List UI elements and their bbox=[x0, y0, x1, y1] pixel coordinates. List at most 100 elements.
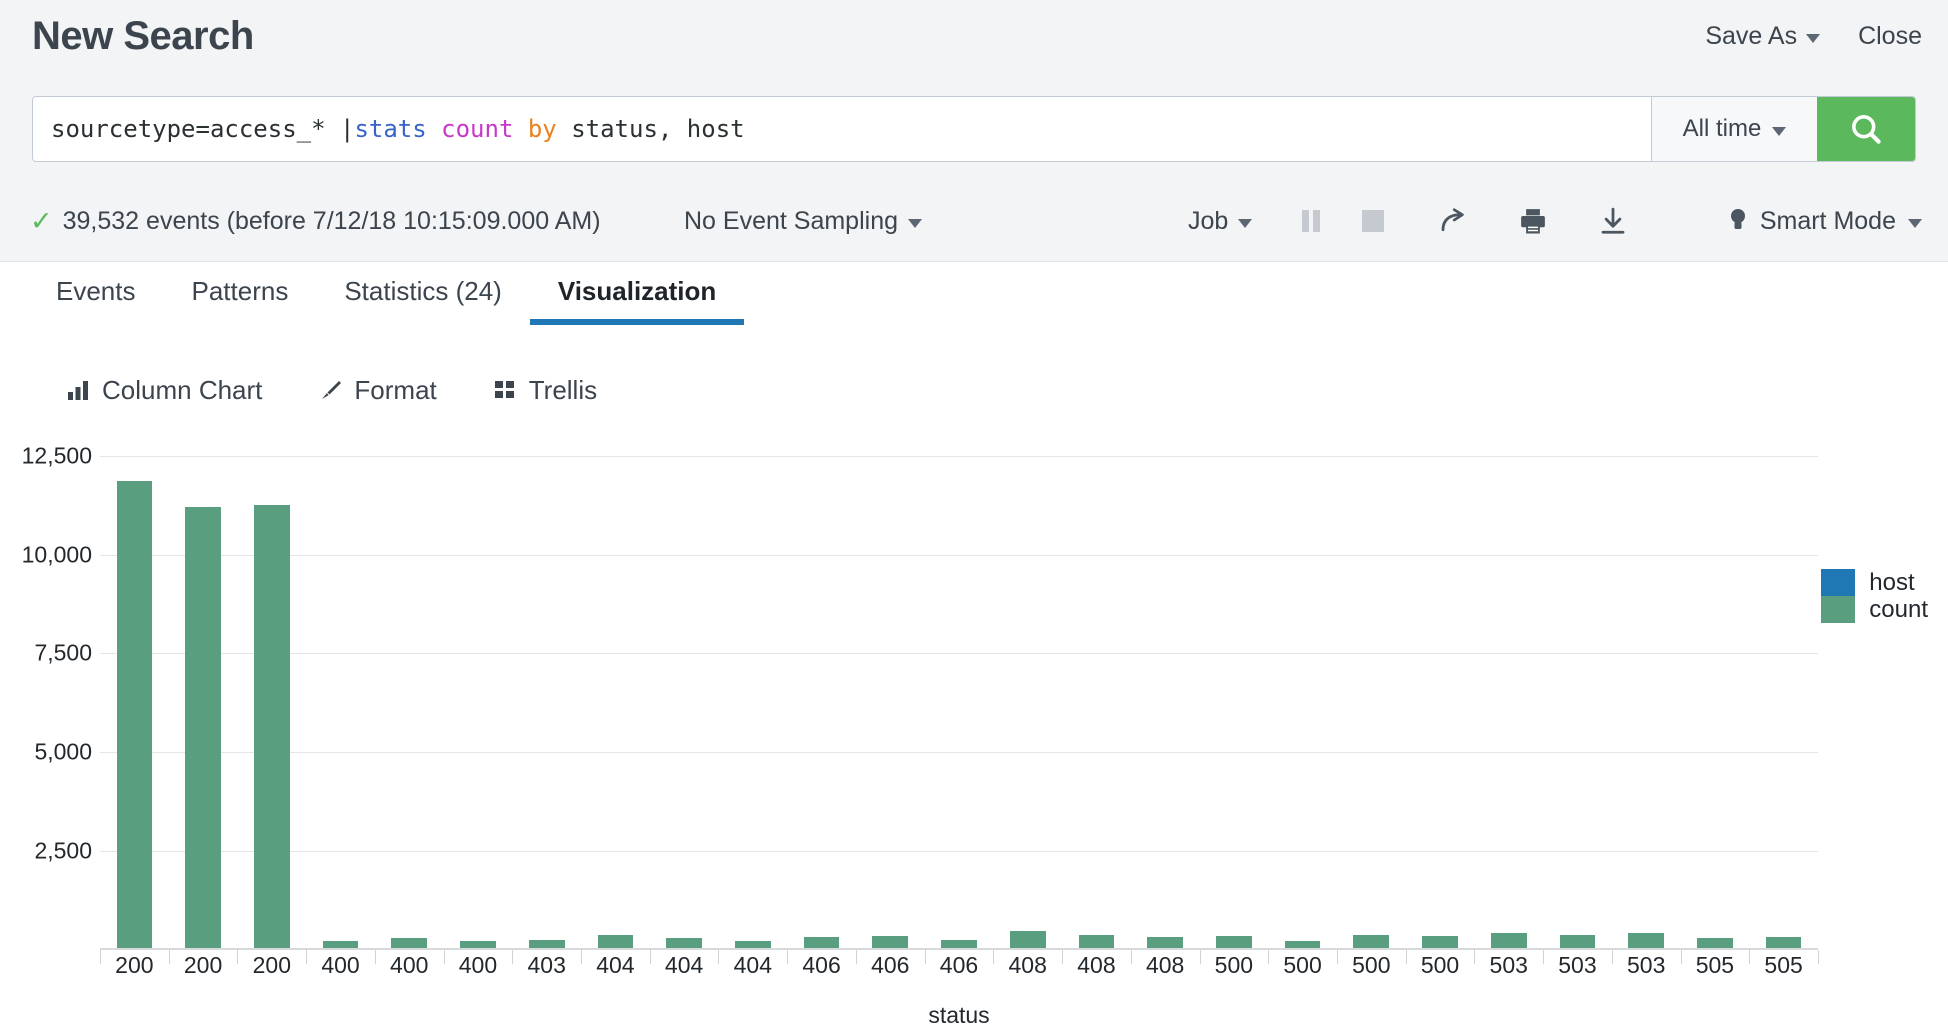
visualization-toolbar: Column Chart Format Trellis bbox=[0, 362, 1948, 418]
chart-legend: host count bbox=[1821, 569, 1928, 623]
tab-events[interactable]: Events bbox=[28, 268, 164, 325]
chevron-down-icon bbox=[1238, 219, 1252, 228]
tab-patterns[interactable]: Patterns bbox=[164, 268, 317, 325]
search-token-plain-2: status, host bbox=[571, 115, 744, 143]
pause-button[interactable] bbox=[1280, 201, 1342, 241]
bar[interactable] bbox=[323, 941, 359, 948]
search-token-plain-1: sourcetype=access_* | bbox=[51, 115, 354, 143]
search-icon bbox=[1848, 111, 1884, 147]
legend-item-count[interactable]: count bbox=[1869, 596, 1928, 623]
tab-patterns-label: Patterns bbox=[192, 276, 289, 306]
bar[interactable] bbox=[1079, 935, 1115, 948]
x-axis-tick-label: 503 bbox=[1543, 952, 1612, 992]
bar[interactable] bbox=[529, 940, 565, 948]
bar-slot bbox=[1681, 430, 1750, 948]
x-axis-tick-label: 406 bbox=[925, 952, 994, 992]
bar[interactable] bbox=[872, 936, 908, 948]
print-button[interactable] bbox=[1502, 201, 1564, 241]
y-axis-labels: 2,5005,0007,50010,00012,500 bbox=[0, 430, 92, 950]
time-range-label: All time bbox=[1683, 115, 1762, 143]
share-button[interactable] bbox=[1422, 201, 1484, 241]
brush-icon bbox=[318, 378, 342, 402]
bar-chart-icon bbox=[66, 378, 90, 402]
bar-slot bbox=[237, 430, 306, 948]
bar[interactable] bbox=[1766, 937, 1802, 948]
time-range-picker[interactable]: All time bbox=[1651, 97, 1817, 161]
format-button[interactable]: Format bbox=[318, 375, 436, 406]
search-input[interactable]: sourcetype=access_* |stats count by stat… bbox=[33, 97, 1651, 161]
export-icon bbox=[1598, 206, 1628, 236]
bar[interactable] bbox=[1285, 941, 1321, 948]
chart-type-picker[interactable]: Column Chart bbox=[66, 375, 262, 406]
x-axis-tick-label: 500 bbox=[1268, 952, 1337, 992]
stop-button[interactable] bbox=[1342, 201, 1404, 241]
header-actions: Save As Close bbox=[1705, 22, 1922, 51]
x-axis-tick-label: 400 bbox=[306, 952, 375, 992]
event-sampling-dropdown[interactable]: No Event Sampling bbox=[684, 207, 922, 236]
bar-slot bbox=[1200, 430, 1269, 948]
tab-events-label: Events bbox=[56, 276, 136, 306]
bar[interactable] bbox=[1353, 935, 1389, 948]
close-button[interactable]: Close bbox=[1858, 22, 1922, 51]
run-search-button[interactable] bbox=[1817, 97, 1915, 161]
bar[interactable] bbox=[391, 938, 427, 948]
bar[interactable] bbox=[1010, 931, 1046, 948]
x-axis-tick-label: 200 bbox=[169, 952, 238, 992]
grid-icon bbox=[493, 378, 517, 402]
x-axis-tick-label: 500 bbox=[1337, 952, 1406, 992]
bar-slot bbox=[1543, 430, 1612, 948]
bar-slot bbox=[444, 430, 513, 948]
bar-slot bbox=[512, 430, 581, 948]
x-axis-tick-label: 403 bbox=[512, 952, 581, 992]
bar[interactable] bbox=[185, 507, 221, 948]
print-icon bbox=[1518, 206, 1548, 236]
y-axis-tick-label: 2,500 bbox=[34, 838, 92, 865]
legend-swatch-count[interactable] bbox=[1821, 596, 1855, 623]
pause-icon bbox=[1300, 208, 1322, 234]
bar[interactable] bbox=[666, 938, 702, 948]
tab-statistics[interactable]: Statistics (24) bbox=[316, 268, 530, 325]
export-button[interactable] bbox=[1582, 201, 1644, 241]
legend-item-host[interactable]: host bbox=[1869, 569, 1928, 596]
bar[interactable] bbox=[598, 935, 634, 948]
bar-slot bbox=[375, 430, 444, 948]
event-sampling-label: No Event Sampling bbox=[684, 207, 898, 236]
bar-slot bbox=[1474, 430, 1543, 948]
save-as-button[interactable]: Save As bbox=[1705, 22, 1820, 51]
job-dropdown[interactable]: Job bbox=[1188, 207, 1252, 236]
bar-slot bbox=[1612, 430, 1681, 948]
bar[interactable] bbox=[941, 940, 977, 948]
x-axis-tick-label: 400 bbox=[375, 952, 444, 992]
trellis-button[interactable]: Trellis bbox=[493, 375, 597, 406]
bar[interactable] bbox=[1422, 936, 1458, 948]
bar-slot bbox=[100, 430, 169, 948]
bar-slot bbox=[1062, 430, 1131, 948]
bar[interactable] bbox=[1216, 936, 1252, 948]
bar[interactable] bbox=[117, 481, 153, 948]
tab-statistics-label: Statistics (24) bbox=[344, 276, 502, 306]
lightbulb-icon bbox=[1728, 207, 1748, 235]
bar[interactable] bbox=[460, 941, 496, 948]
bar-slot bbox=[306, 430, 375, 948]
tab-visualization[interactable]: Visualization bbox=[530, 268, 744, 325]
bar[interactable] bbox=[254, 505, 290, 948]
x-axis-tick-label: 404 bbox=[581, 952, 650, 992]
search-mode-dropdown[interactable]: Smart Mode bbox=[1728, 207, 1922, 236]
bar[interactable] bbox=[735, 941, 771, 948]
bar-slot bbox=[1268, 430, 1337, 948]
x-axis-tick-label: 500 bbox=[1200, 952, 1269, 992]
legend-swatch-host[interactable] bbox=[1821, 569, 1855, 596]
bar[interactable] bbox=[1560, 935, 1596, 948]
format-label: Format bbox=[354, 375, 436, 406]
x-axis-tick-label: 406 bbox=[856, 952, 925, 992]
x-axis-title: status bbox=[100, 1002, 1818, 1029]
bar[interactable] bbox=[804, 937, 840, 948]
bar[interactable] bbox=[1491, 933, 1527, 948]
x-axis-tick-label: 200 bbox=[100, 952, 169, 992]
bar[interactable] bbox=[1697, 938, 1733, 948]
bar[interactable] bbox=[1628, 933, 1664, 948]
chevron-down-icon bbox=[908, 219, 922, 228]
x-axis-tick-label: 500 bbox=[1406, 952, 1475, 992]
events-count-text: 39,532 events (before 7/12/18 10:15:09.0… bbox=[63, 207, 601, 236]
bar[interactable] bbox=[1147, 937, 1183, 948]
